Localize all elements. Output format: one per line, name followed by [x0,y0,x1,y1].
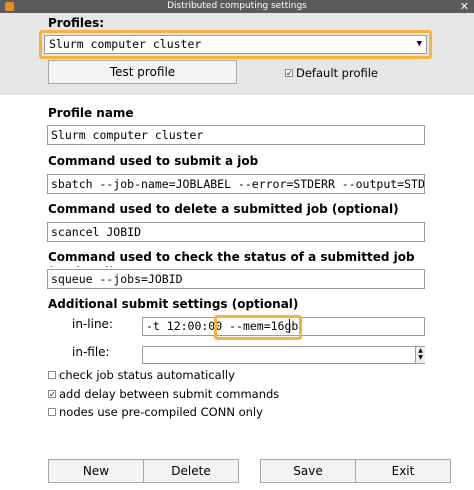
precompiled-checkbox[interactable]: nodes use pre-compiled CONN only [48,405,263,419]
test-profile-button[interactable]: Test profile [48,60,237,84]
infile-spinner[interactable]: ▲ ▼ [415,347,425,363]
infile-input[interactable] [142,346,425,364]
inline-label: in-line: [72,317,113,331]
settings-window: Distributed computing settings ✕ Profile… [0,0,474,490]
status-command-label: Command used to check the status of a su… [48,250,415,267]
profile-name-input[interactable]: Slurm computer cluster [47,125,425,145]
spin-up-icon[interactable]: ▲ [416,347,425,354]
save-button[interactable]: Save [260,459,356,483]
additional-settings-label: Additional submit settings (optional) [48,297,299,311]
window-title: Distributed computing settings [167,1,307,11]
checkbox-empty-icon[interactable] [48,371,56,379]
delete-button[interactable]: Delete [143,459,239,483]
profiles-label: Profiles: [48,16,105,30]
submit-command-label: Command used to submit a job [48,154,259,168]
precompiled-label: nodes use pre-compiled CONN only [59,405,263,419]
checkbox-empty-icon[interactable] [48,408,56,416]
submit-command-input[interactable]: sbatch --job-name=JOBLABEL --error=STDER… [47,174,425,194]
profile-name-label: Profile name [48,106,134,120]
default-profile-checkbox[interactable]: ✓ Default profile [285,66,378,80]
infile-label: in-file: [72,345,110,359]
dropdown-highlight [39,30,432,59]
check-status-checkbox[interactable]: check job status automatically [48,368,235,382]
inline-highlight [214,315,302,340]
delete-command-label: Command used to delete a submitted job (… [48,202,399,216]
default-profile-label: Default profile [296,66,378,80]
delete-command-input[interactable]: scancel JOBID [47,222,425,242]
checkbox-checked-icon[interactable]: ✓ [48,390,56,399]
title-bar: Distributed computing settings ✕ [0,0,474,13]
default-profile-check-icon[interactable]: ✓ [285,69,293,78]
app-icon [5,2,14,11]
add-delay-label: add delay between submit commands [59,387,280,401]
close-icon[interactable]: ✕ [460,0,469,13]
add-delay-checkbox[interactable]: ✓ add delay between submit commands [48,387,279,401]
new-button[interactable]: New [48,459,144,483]
spin-down-icon[interactable]: ▼ [416,354,425,361]
check-status-label: check job status automatically [59,368,235,382]
exit-button[interactable]: Exit [355,459,451,483]
status-command-input[interactable]: squeue --jobs=JOBID [47,269,425,289]
